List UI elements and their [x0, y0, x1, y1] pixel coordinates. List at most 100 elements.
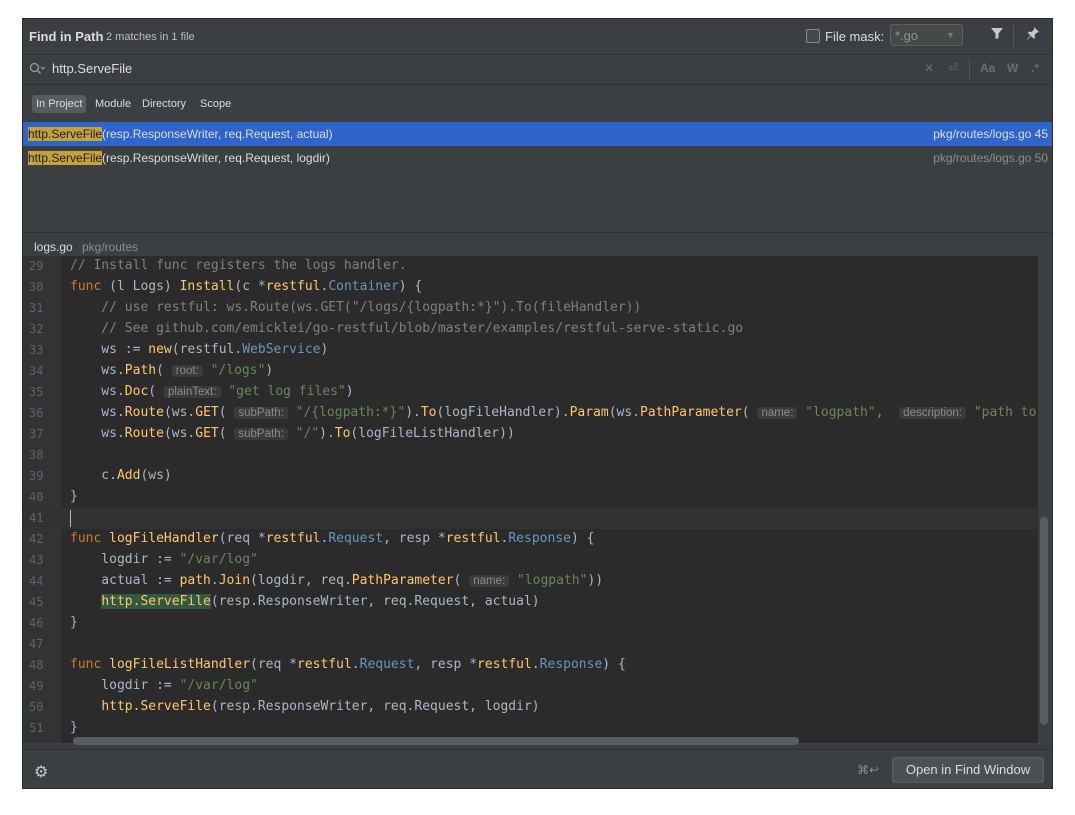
code-line: 34 ws.Path( root: "/logs") [23, 361, 1038, 382]
code-token: (req * [250, 657, 297, 672]
find-in-path-dialog: Find in Path 2 matches in 1 file File ma… [22, 18, 1053, 789]
result-row[interactable]: http.ServeFile(resp.ResponseWriter, req.… [23, 146, 1052, 170]
code-string: "/var/log" [179, 678, 258, 693]
match-case-toggle[interactable]: Aa [980, 61, 995, 75]
code-text: ws := new(restful.WebService) [70, 342, 328, 357]
line-number: 31 [29, 301, 44, 315]
tab-directory[interactable]: Directory [138, 95, 190, 113]
parameter-hint: subPath: [234, 428, 288, 440]
current-code-line: 41 [23, 508, 1038, 529]
code-token: ) [345, 384, 354, 399]
file-mask-label[interactable]: File mask: [825, 29, 884, 44]
code-builtin: new [148, 342, 172, 357]
file-mask-checkbox[interactable] [806, 29, 820, 43]
whole-words-toggle[interactable]: W [1007, 61, 1018, 75]
pin-icon[interactable] [1023, 26, 1043, 46]
code-token: ). [319, 426, 335, 441]
code-token: ( [453, 573, 462, 588]
file-mask-dropdown[interactable]: ▼ [939, 24, 963, 46]
code-string: "path to [973, 405, 1037, 420]
open-in-find-window-button[interactable]: Open in Find Window [892, 757, 1044, 783]
code-line: 50 http.ServeFile(resp.ResponseWriter, r… [23, 697, 1038, 718]
code-text: // Install func registers the logs handl… [70, 258, 407, 273]
code-method: Route [124, 426, 164, 441]
code-text: } [70, 615, 78, 630]
code-method: Join [218, 573, 251, 588]
clear-icon[interactable]: ✕ [924, 61, 934, 75]
dialog-title: Find in Path [29, 29, 104, 44]
code-token: (logFileHandler). [436, 405, 570, 420]
code-token: (l Logs) [101, 279, 180, 294]
filter-icon[interactable] [987, 26, 1007, 46]
code-token: ) [265, 363, 274, 378]
code-line: 47 [23, 634, 1038, 655]
code-method: Path [124, 363, 157, 378]
code-token: ) { [570, 531, 595, 546]
result-text: http.ServeFile(resp.ResponseWriter, req.… [28, 127, 333, 141]
code-token: , [875, 405, 892, 420]
horizontal-scrollbar[interactable] [73, 737, 799, 745]
code-token: logdir := [70, 552, 180, 567]
result-row[interactable]: http.ServeFile(resp.ResponseWriter, req.… [23, 122, 1052, 146]
line-number: 48 [29, 658, 44, 672]
code-method: To [420, 405, 437, 420]
code-type: WebService [242, 342, 321, 357]
regex-toggle[interactable]: .* [1031, 61, 1039, 75]
code-token: (ws. [608, 405, 641, 420]
code-token: actual := [70, 573, 180, 588]
code-string: "logpath" [516, 573, 588, 588]
tab-module[interactable]: Module [91, 95, 135, 113]
code-token: ( [741, 405, 750, 420]
code-preview[interactable]: 29 // Install func registers the logs han… [23, 256, 1038, 743]
code-string: "/var/log" [179, 552, 258, 567]
code-line: 37 ws.Route(ws.GET( subPath: "/").To(log… [23, 424, 1038, 445]
code-token: (resp.ResponseWriter, req.Request, logdi… [210, 699, 540, 714]
code-method: http.ServeFile [101, 699, 211, 714]
code-line: 30 func (l Logs) Install(c *restful.Conta… [23, 277, 1038, 298]
code-line: 48 func logFileListHandler(req *restful.R… [23, 655, 1038, 676]
code-token: ) { [398, 279, 423, 294]
search-input[interactable]: http.ServeFile [52, 61, 132, 76]
code-token: ws. [70, 426, 125, 441]
file-mask-input[interactable]: *.go [890, 24, 940, 46]
code-method: Route [124, 405, 164, 420]
code-line: 49 logdir := "/var/log" [23, 676, 1038, 697]
code-text: func logFileListHandler(req *restful.Req… [70, 657, 626, 672]
code-function: logFileHandler [101, 531, 219, 546]
line-number: 42 [29, 532, 44, 546]
code-type: Container [328, 279, 399, 294]
code-text: http.ServeFile(resp.ResponseWriter, req.… [70, 699, 540, 714]
code-text: // use restful: ws.Route(ws.GET("/logs/{… [70, 300, 641, 315]
code-line: 46} [23, 613, 1038, 634]
code-method: PathParameter [640, 405, 742, 420]
code-package: restful [265, 531, 321, 546]
search-icon[interactable] [29, 62, 46, 81]
code-method: GET [195, 405, 219, 420]
code-keyword: func [70, 531, 102, 546]
scope-tabs: In Project Module Directory Scope [23, 85, 1052, 121]
new-line-icon[interactable]: ⏎ [948, 61, 958, 75]
code-text: logdir := "/var/log" [70, 552, 258, 567]
result-match: http.ServeFile [28, 151, 103, 165]
code-method: To [334, 426, 351, 441]
code-line: 42 func logFileHandler(req *restful.Reque… [23, 529, 1038, 550]
vertical-scrollbar[interactable] [1040, 517, 1048, 725]
code-text: // See github.com/emicklei/go-restful/bl… [70, 321, 743, 336]
tab-in-project[interactable]: In Project [32, 95, 87, 113]
line-number: 49 [29, 679, 44, 693]
code-token: ( [156, 363, 164, 378]
tab-scope[interactable]: Scope [196, 95, 235, 113]
code-package: restful [297, 657, 352, 672]
code-text: ws.Route(ws.GET( subPath: "/").To(logFil… [70, 426, 515, 441]
line-number: 41 [29, 511, 44, 525]
code-text: ws.Doc( plainText: "get log files") [70, 384, 354, 399]
code-comment: // Install func registers the logs handl… [70, 258, 407, 273]
code-string: "logpath" [805, 405, 876, 420]
gear-icon[interactable]: ⚙ [34, 762, 48, 782]
code-keyword: func [70, 279, 102, 294]
line-number: 45 [29, 595, 44, 609]
line-number: 29 [29, 259, 44, 273]
code-line: 44 actual := path.Join(logdir, req.PathP… [23, 571, 1038, 592]
